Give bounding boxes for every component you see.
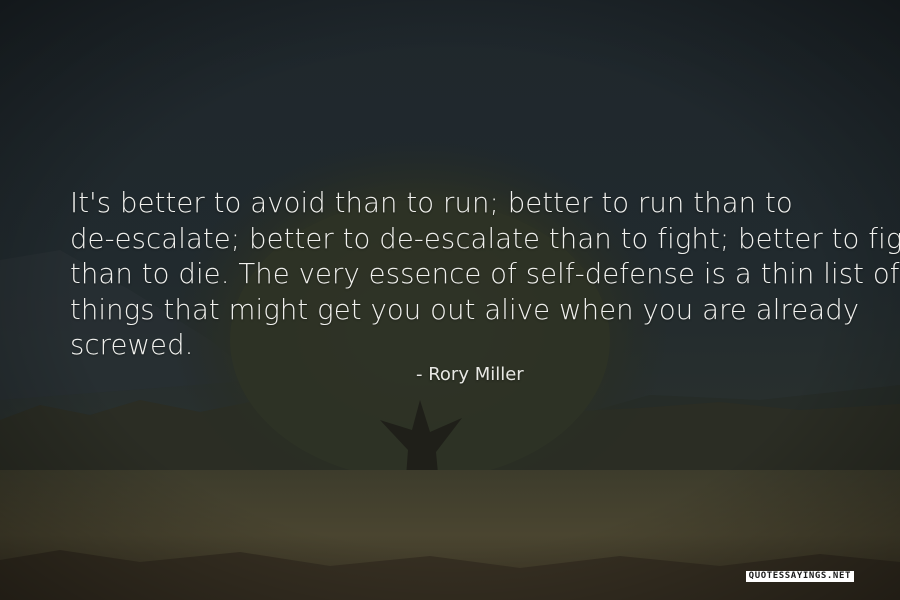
quote-line: than to die. The very essence of self-de… [70,258,900,290]
site-watermark: QUOTESSAYINGS.NET [745,571,854,582]
quote-text: It's better to avoid than to run; better… [70,186,900,364]
quote-line: things that might get you out alive when… [70,293,860,326]
quote-line: screwed. [70,329,194,361]
quote-line: It's better to avoid than to run; better… [70,187,793,219]
quote-image: It's better to avoid than to run; better… [0,0,900,600]
quote-author: - Rory Miller [416,364,524,385]
quote-line: de-escalate; better to de-escalate than … [70,222,900,255]
